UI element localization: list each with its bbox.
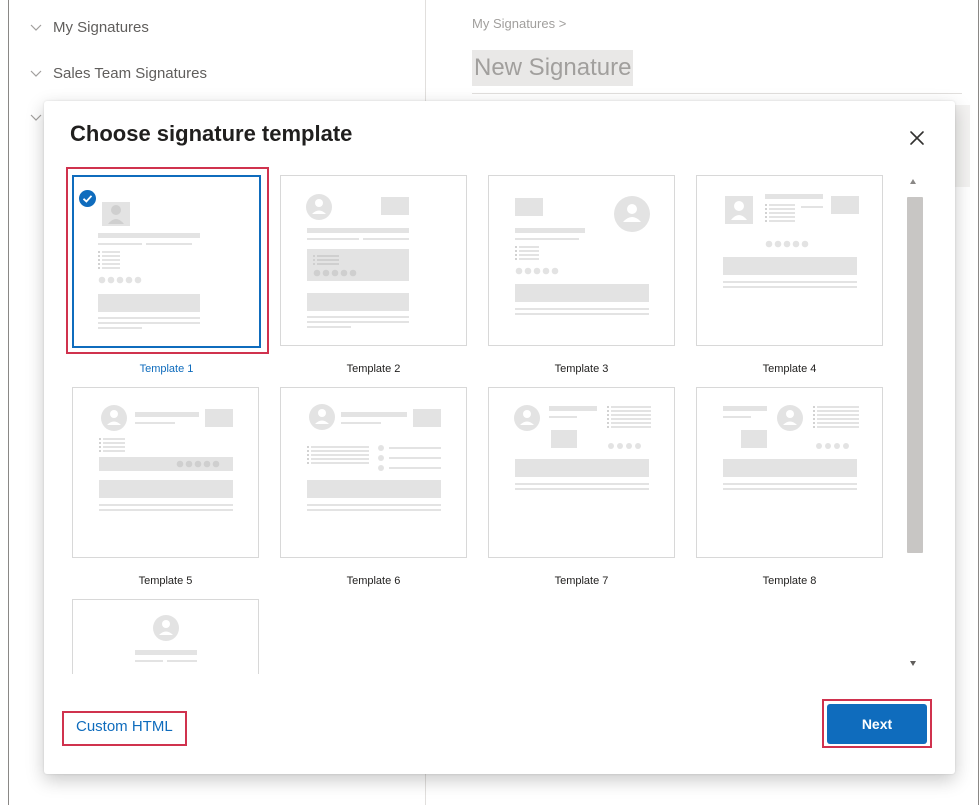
template-card-6[interactable]	[280, 387, 467, 558]
template-label[interactable]: Template 7	[487, 575, 676, 587]
scroll-up-arrow-icon[interactable]	[910, 179, 916, 184]
tree-item-sales-team-signatures[interactable]: Sales Team Signatures	[29, 65, 207, 82]
template-label[interactable]: Template 6	[279, 575, 468, 587]
template-label[interactable]: Template 4	[695, 363, 884, 375]
next-button[interactable]: Next	[827, 704, 927, 744]
custom-html-link[interactable]: Custom HTML	[72, 714, 177, 739]
template-card-1[interactable]	[72, 175, 261, 348]
chevron-down-icon	[30, 70, 42, 77]
choose-template-dialog: Choose signature template Template 1 Tem…	[44, 101, 955, 774]
chevron-down-icon	[30, 114, 42, 121]
template-label[interactable]: Template 1	[72, 363, 261, 375]
template-5-preview	[99, 405, 233, 511]
dialog-title: Choose signature template	[70, 121, 353, 146]
selected-check-icon	[79, 190, 96, 207]
scroll-down-arrow-icon[interactable]	[910, 661, 916, 666]
close-icon[interactable]	[904, 125, 930, 151]
breadcrumb[interactable]: My Signatures >	[472, 16, 566, 31]
template-card-8[interactable]	[696, 387, 883, 558]
template-4-preview	[723, 194, 859, 288]
template-2-preview	[306, 194, 409, 328]
template-8-preview	[723, 405, 859, 490]
template-card-2[interactable]	[280, 175, 467, 346]
chevron-down-icon	[30, 24, 42, 31]
tree-item-label: My Signatures	[53, 19, 149, 36]
template-label[interactable]: Template 2	[279, 363, 468, 375]
template-card-3[interactable]	[488, 175, 675, 346]
template-card-9[interactable]	[72, 599, 259, 674]
template-label[interactable]: Template 5	[71, 575, 260, 587]
scrollbar-thumb[interactable]	[907, 197, 923, 553]
tree-item-my-signatures[interactable]: My Signatures	[29, 19, 149, 36]
divider	[472, 93, 962, 94]
template-1-preview	[98, 202, 200, 329]
template-6-preview	[307, 404, 441, 511]
template-grid: Template 1 Template 2 Template 3 Templat…	[68, 171, 890, 674]
template-card-7[interactable]	[488, 387, 675, 558]
template-3-preview	[515, 196, 650, 315]
tree-item-label: Sales Team Signatures	[53, 65, 207, 82]
template-9-preview	[135, 615, 197, 662]
template-7-preview	[514, 405, 651, 490]
signature-name-field[interactable]: New Signature	[472, 50, 634, 86]
template-label[interactable]: Template 3	[487, 363, 676, 375]
template-label[interactable]: Template 8	[695, 575, 884, 587]
template-card-5[interactable]	[72, 387, 259, 558]
template-card-4[interactable]	[696, 175, 883, 346]
